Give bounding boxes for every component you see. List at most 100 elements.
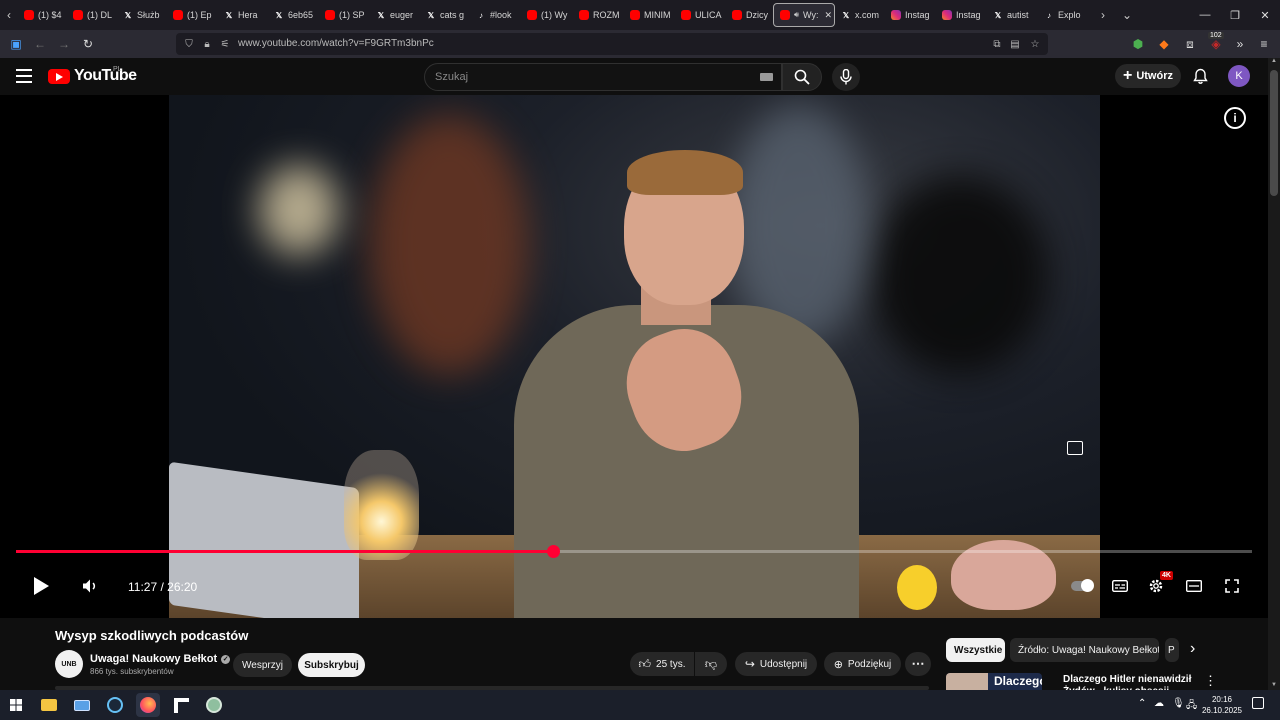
picture-in-picture-icon[interactable]: ⧉ bbox=[990, 37, 1004, 51]
browser-tab[interactable]: 𝕏autist bbox=[987, 3, 1038, 27]
overflow-chevrons-icon[interactable]: » bbox=[1230, 34, 1250, 54]
browser-tab[interactable]: 𝕏 Służb bbox=[117, 3, 167, 27]
support-button[interactable]: Wesprzyj bbox=[233, 653, 292, 677]
app-globe-icon[interactable] bbox=[202, 693, 226, 717]
chip-more[interactable]: P bbox=[1165, 638, 1179, 662]
lock-icon[interactable]: 🔒︎ bbox=[200, 37, 214, 51]
dislike-button[interactable]: 👎︎ bbox=[695, 652, 727, 676]
chip-source[interactable]: Źródło: Uwaga! Naukowy Bełkot bbox=[1010, 638, 1159, 662]
browser-tab[interactable]: ♪ Explo bbox=[1038, 3, 1090, 27]
youtube-logo[interactable]: YouTube bbox=[48, 67, 137, 85]
browser-tab[interactable]: ULICA bbox=[675, 3, 726, 27]
browser-tab[interactable]: ♪ #look bbox=[470, 3, 521, 27]
miniplayer-icon[interactable] bbox=[1067, 441, 1083, 455]
speaker-playing-icon[interactable]: 🔊︎ bbox=[794, 10, 799, 20]
search-button[interactable] bbox=[782, 63, 822, 91]
microphone-tray-icon[interactable]: 🎙︎ bbox=[1172, 698, 1185, 709]
voice-search-button[interactable] bbox=[832, 63, 860, 91]
progress-scrubber-handle[interactable] bbox=[547, 545, 560, 558]
firefox-icon[interactable] bbox=[136, 693, 160, 717]
more-actions-button[interactable]: ⋯ bbox=[905, 652, 931, 676]
this-pc-icon[interactable] bbox=[70, 693, 94, 717]
restore-icon[interactable]: ❐ bbox=[1218, 0, 1252, 30]
browser-tab[interactable]: 𝕏euger bbox=[370, 3, 420, 27]
browser-tab[interactable]: ROZM bbox=[573, 3, 624, 27]
chips-next-chevron-icon[interactable]: › bbox=[1190, 640, 1195, 658]
thanks-button[interactable]: ⊕ Podziękuj bbox=[824, 652, 901, 676]
page-scrollbar[interactable]: ▲ ▼ bbox=[1268, 58, 1280, 690]
file-explorer-icon[interactable] bbox=[37, 693, 61, 717]
tabs-scroll-right-icon[interactable]: › bbox=[1094, 0, 1112, 30]
scroll-down-arrow-icon[interactable]: ▼ bbox=[1271, 682, 1277, 688]
browser-tab[interactable]: (1) $4 bbox=[18, 3, 67, 27]
create-button[interactable]: + Utwórz bbox=[1115, 64, 1181, 88]
steam-icon[interactable] bbox=[103, 693, 127, 717]
browser-tab[interactable]: Instag bbox=[936, 3, 987, 27]
tab-list-chevron-icon[interactable]: ⌄ bbox=[1118, 0, 1136, 30]
notifications-tray-icon[interactable] bbox=[1252, 697, 1264, 709]
scrollbar-thumb[interactable] bbox=[1270, 70, 1278, 196]
back-icon[interactable]: ← bbox=[30, 34, 50, 54]
windows-start-icon[interactable] bbox=[4, 693, 28, 717]
browser-tab[interactable]: Instag bbox=[885, 3, 936, 27]
permissions-icon[interactable]: ⚟ bbox=[218, 37, 232, 51]
roblox-studio-icon[interactable] bbox=[169, 693, 193, 717]
share-button[interactable]: ↪ Udostępnij bbox=[735, 652, 817, 676]
system-clock[interactable]: 20:16 26.10.2025 bbox=[1196, 694, 1248, 716]
minimize-icon[interactable]: — bbox=[1188, 0, 1222, 30]
fullscreen-button[interactable] bbox=[1222, 575, 1242, 597]
sidebar-toggle-icon[interactable]: ▣ bbox=[6, 34, 26, 54]
play-button[interactable] bbox=[30, 575, 52, 597]
browser-tab[interactable]: (1) Wy bbox=[521, 3, 573, 27]
progress-bar[interactable] bbox=[16, 545, 1252, 558]
scroll-up-arrow-icon[interactable]: ▲ bbox=[1271, 58, 1277, 64]
tabs-scroll-left-icon[interactable]: ‹ bbox=[0, 0, 18, 30]
notifications-button[interactable] bbox=[1191, 67, 1209, 85]
reader-view-icon[interactable]: ▤ bbox=[1008, 37, 1022, 51]
video-frame[interactable] bbox=[169, 95, 1100, 618]
address-bar[interactable]: ⛉ 🔒︎ ⚟ www.youtube.com/watch?v=F9GRTm3bn… bbox=[176, 33, 1048, 55]
onedrive-cloud-icon[interactable]: ☁ bbox=[1154, 698, 1164, 709]
browser-tab[interactable]: 𝕏cats g bbox=[420, 3, 470, 27]
app-menu-icon[interactable]: ≡ bbox=[1254, 34, 1274, 54]
channel-avatar[interactable]: UNB bbox=[55, 650, 83, 678]
browser-tab[interactable]: 𝕏 Hera bbox=[218, 3, 268, 27]
browser-tab[interactable]: Dzicy bbox=[726, 3, 773, 27]
search-input[interactable]: Szukaj bbox=[424, 63, 782, 91]
extension-green-icon[interactable]: ⬢ bbox=[1128, 34, 1148, 54]
browser-tab[interactable]: (1) Ep bbox=[167, 3, 218, 27]
volume-button[interactable] bbox=[80, 575, 100, 597]
autoplay-toggle[interactable] bbox=[1070, 575, 1094, 597]
like-button[interactable]: 👍︎ 25 tys. bbox=[630, 652, 694, 676]
menu-hamburger-icon[interactable] bbox=[16, 69, 32, 83]
browser-tab[interactable]: (1) SP bbox=[319, 3, 370, 27]
forward-icon[interactable]: → bbox=[54, 34, 74, 54]
bookmark-star-icon[interactable]: ☆ bbox=[1028, 37, 1042, 51]
theater-mode-button[interactable] bbox=[1184, 575, 1204, 597]
tray-overflow-chevron-icon[interactable]: ⌃ bbox=[1138, 698, 1146, 709]
recommended-more-vertical-icon[interactable]: ⋮ bbox=[1204, 673, 1217, 689]
browser-tab[interactable]: 𝕏x.com bbox=[835, 3, 885, 27]
account-avatar[interactable]: K bbox=[1228, 65, 1250, 87]
video-player[interactable]: i 11:27 / 26:20 4K bbox=[0, 95, 1268, 618]
recommended-title[interactable]: Dlaczego Hitler nienawidził Żydów - kuli… bbox=[1063, 674, 1193, 690]
close-tab-icon[interactable]: ✕ bbox=[824, 10, 832, 21]
youtube-logo-text: YouTube bbox=[74, 67, 137, 84]
reload-icon[interactable]: ↻ bbox=[78, 34, 98, 54]
chip-all[interactable]: Wszystkie bbox=[946, 638, 1005, 662]
extension-orange-icon[interactable]: ◆ bbox=[1154, 34, 1174, 54]
subtitles-button[interactable] bbox=[1110, 575, 1130, 597]
browser-tab[interactable]: (1) DL bbox=[67, 3, 117, 27]
browser-tab[interactable]: 🔊︎ Wy: ✕ bbox=[773, 3, 835, 27]
channel-name-link[interactable]: Uwaga! Naukowy Bełkot ✓ bbox=[90, 653, 231, 665]
extensions-puzzle-icon[interactable]: ⧈ bbox=[1180, 34, 1200, 54]
close-window-icon[interactable]: ✕ bbox=[1248, 0, 1280, 30]
shield-icon[interactable]: ⛉ bbox=[182, 37, 196, 51]
subscribe-button[interactable]: Subskrybuj bbox=[298, 653, 365, 677]
browser-tab[interactable]: MINIM bbox=[624, 3, 675, 27]
keyboard-icon[interactable] bbox=[760, 73, 773, 81]
info-icon[interactable]: i bbox=[1224, 107, 1246, 129]
x-icon: 𝕏 bbox=[994, 10, 1002, 20]
browser-tab[interactable]: 𝕏 6eb65 bbox=[268, 3, 319, 27]
recommended-thumbnail[interactable]: Dlaczego Hitler bbox=[946, 673, 1042, 690]
